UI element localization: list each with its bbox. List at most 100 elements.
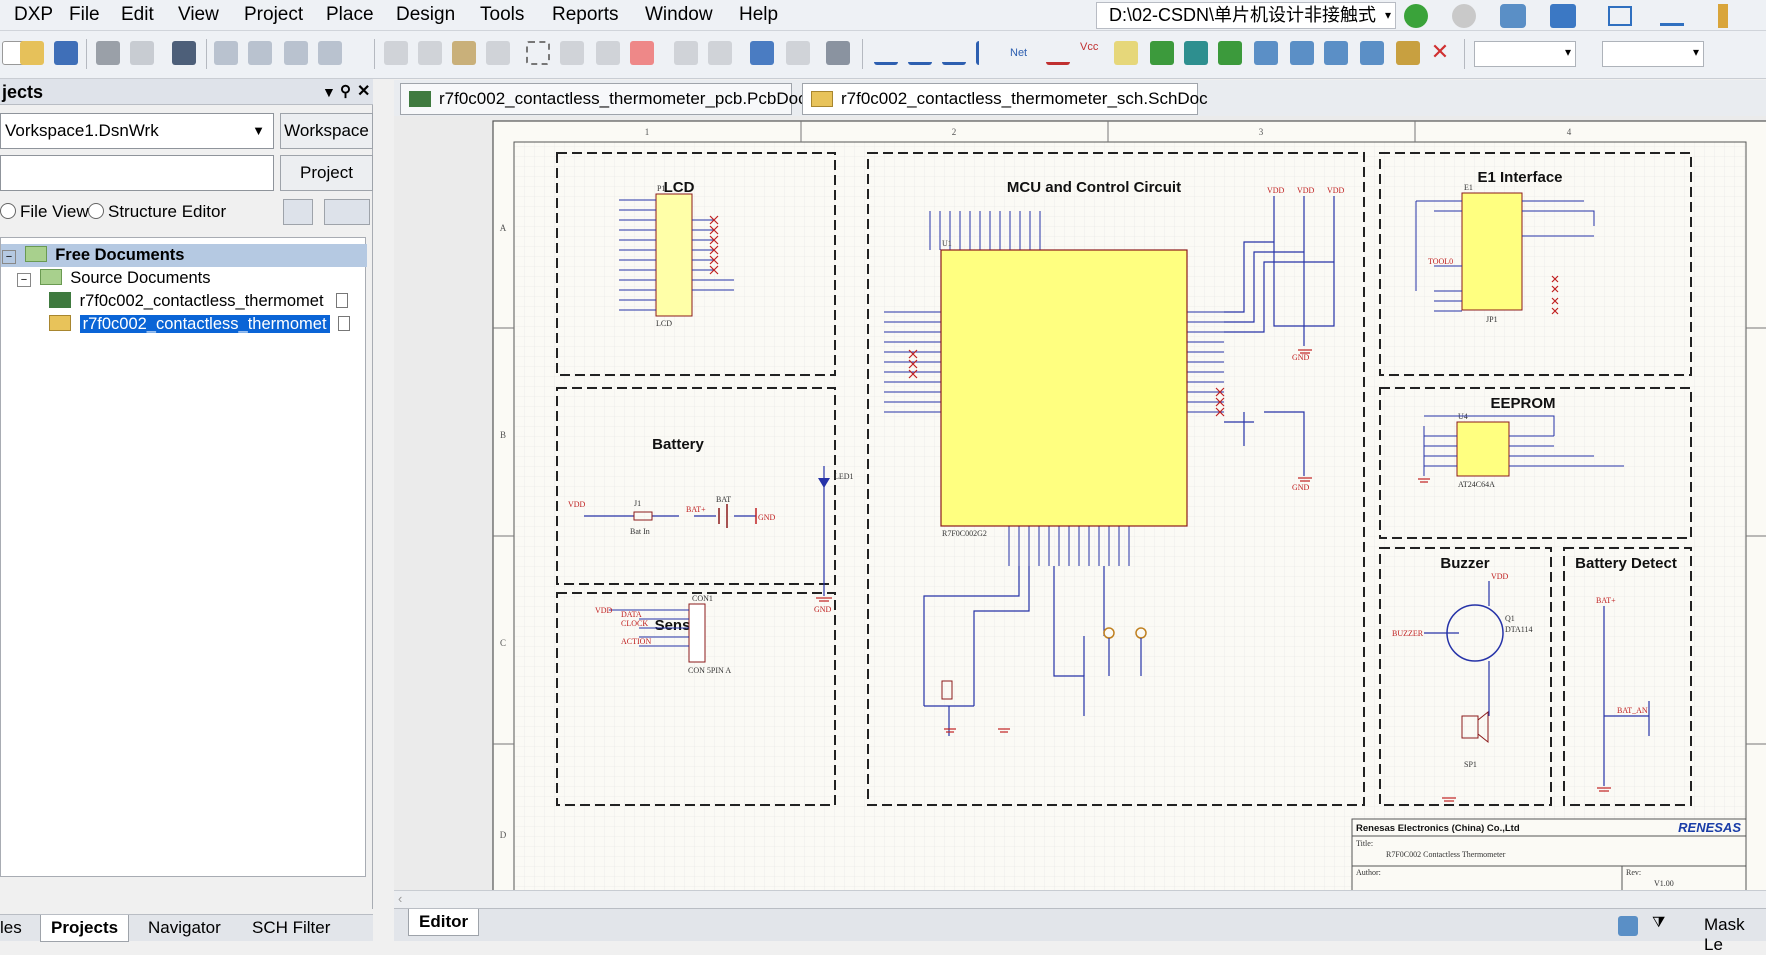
place-device-sheet-icon[interactable]: [1218, 41, 1242, 65]
move-icon[interactable]: [560, 41, 584, 65]
copy-icon[interactable]: [418, 41, 442, 65]
tab-files[interactable]: les: [0, 917, 22, 939]
place-bus-entry-icon[interactable]: [976, 41, 1000, 65]
cut-icon[interactable]: [384, 41, 408, 65]
project-button[interactable]: Project: [280, 155, 373, 191]
horizontal-scrollbar[interactable]: ‹: [394, 890, 1766, 908]
status-bar: Editor ⧩ Mask Le: [394, 908, 1766, 954]
menu-edit[interactable]: Edit: [121, 4, 154, 26]
gnd-port-icon[interactable]: [1046, 41, 1070, 65]
menu-help[interactable]: Help: [739, 4, 778, 26]
filter-combo-2[interactable]: ▾: [1602, 41, 1704, 67]
project-options-icon[interactable]: [283, 199, 313, 225]
bat-switch: Bat In: [630, 527, 650, 536]
radio-structure-editor[interactable]: Structure Editor: [88, 201, 226, 223]
print-icon[interactable]: [96, 41, 120, 65]
place-net-label-icon[interactable]: Net: [1010, 41, 1034, 65]
menu-reports[interactable]: Reports: [552, 4, 619, 26]
undo-icon[interactable]: [674, 41, 698, 65]
place-part-icon[interactable]: [1114, 41, 1138, 65]
tab-pcb-doc[interactable]: r7f0c002_contactless_thermometer_pcb.Pcb…: [400, 83, 807, 115]
e1-ref: E1: [1464, 183, 1473, 192]
tab-navigator[interactable]: Navigator: [148, 917, 221, 939]
pin-icon[interactable]: ⚲: [340, 79, 351, 105]
place-harness-icon[interactable]: [1254, 41, 1278, 65]
tree-root[interactable]: − Free Documents: [1, 244, 367, 267]
chevron-down-icon: ▾: [1384, 8, 1391, 22]
home-icon[interactable]: [1500, 4, 1526, 28]
document-menu-icon[interactable]: [324, 199, 370, 225]
workspace-button[interactable]: Workspace: [280, 113, 373, 149]
align-tools-icon[interactable]: [1608, 6, 1632, 26]
tab-editor[interactable]: Editor: [408, 909, 480, 936]
deselect-icon[interactable]: [630, 41, 654, 65]
place-sheet-symbol-icon[interactable]: [1150, 41, 1174, 65]
place-bus-icon[interactable]: [908, 41, 932, 65]
menu-view[interactable]: View: [178, 4, 219, 26]
place-harness-entry-icon[interactable]: [1324, 41, 1348, 65]
back-nav-icon[interactable]: [1404, 4, 1428, 28]
zoom-filter-icon[interactable]: [318, 41, 342, 65]
menu-place[interactable]: Place: [326, 4, 374, 26]
menu-design[interactable]: Design: [396, 4, 455, 26]
place-sheet-entry-icon[interactable]: [1184, 41, 1208, 65]
lcd-ref: P1: [657, 184, 665, 193]
radio-dot: [88, 203, 104, 219]
paste-icon[interactable]: [452, 41, 476, 65]
select-area-icon[interactable]: [526, 41, 550, 65]
menu-dxp[interactable]: DXP: [14, 4, 53, 26]
browse-icon[interactable]: [786, 41, 810, 65]
cross-probe-icon[interactable]: [750, 41, 774, 65]
document-icon: [338, 316, 351, 331]
panel-title: jects: [2, 82, 44, 102]
grid-tools-icon[interactable]: [1718, 4, 1728, 28]
forward-nav-icon[interactable]: [1452, 4, 1476, 28]
place-signal-harness-icon[interactable]: [942, 41, 966, 65]
power-tools-icon[interactable]: [1660, 6, 1684, 26]
place-off-sheet-icon[interactable]: [1396, 41, 1420, 65]
menu-window[interactable]: Window: [645, 4, 713, 26]
filter-combo-1[interactable]: ▾: [1474, 41, 1576, 67]
document-tabs: r7f0c002_contactless_thermometer_pcb.Pcb…: [394, 80, 1766, 116]
tree-doc-pcb[interactable]: r7f0c002_contactless_thermomet: [49, 290, 349, 313]
redo-icon[interactable]: [708, 41, 732, 65]
zoom-area-icon[interactable]: [248, 41, 272, 65]
clear-mask-icon[interactable]: [1618, 916, 1638, 936]
menu-project[interactable]: Project: [244, 4, 303, 26]
zoom-fit-icon[interactable]: [214, 41, 238, 65]
menu-file[interactable]: File: [69, 4, 100, 26]
panel-menu-icon[interactable]: ▼: [322, 79, 336, 105]
path-combo[interactable]: D:\02-CSDN\单片机设计非接触式 ▾: [1096, 2, 1396, 29]
collapse-icon[interactable]: −: [2, 250, 16, 264]
no-erc-icon[interactable]: ✕: [1428, 41, 1452, 65]
compile-icon[interactable]: [826, 41, 850, 65]
vcc-port-icon[interactable]: Vcc: [1080, 41, 1104, 65]
filter-icon[interactable]: ⧩: [1652, 914, 1665, 931]
place-harness-connector-icon[interactable]: [1290, 41, 1314, 65]
print-preview-icon[interactable]: [130, 41, 154, 65]
rubber-stamp-icon[interactable]: [486, 41, 510, 65]
place-port-icon[interactable]: [1360, 41, 1384, 65]
menu-tools[interactable]: Tools: [480, 4, 524, 26]
workspace-select[interactable]: Vorkspace1.DsnWrk ▼: [0, 113, 274, 149]
radio-file-view[interactable]: File View: [0, 201, 89, 223]
tab-projects[interactable]: Projects: [40, 915, 130, 942]
project-field[interactable]: [0, 155, 274, 191]
close-icon[interactable]: ✕: [357, 79, 370, 105]
projects-panel: jects ▼ ⚲ ✕ Vorkspace1.DsnWrk ▼ Workspac…: [0, 79, 373, 909]
scroll-left-icon[interactable]: ‹: [398, 891, 402, 906]
schematic-canvas[interactable]: 1 2 3 4 A B C D LCD MCU and Control Circ…: [394, 116, 1766, 890]
collapse-icon[interactable]: −: [17, 273, 31, 287]
zoom-selected-icon[interactable]: [284, 41, 308, 65]
open-folder-icon[interactable]: [20, 41, 44, 65]
select-all-icon[interactable]: [596, 41, 620, 65]
tab-sch-doc[interactable]: r7f0c002_contactless_thermometer_sch.Sch…: [802, 83, 1208, 115]
wiring-tools-icon[interactable]: [1550, 4, 1576, 28]
save-icon[interactable]: [54, 41, 78, 65]
tree-folder[interactable]: − Source Documents: [17, 267, 211, 290]
place-wire-icon[interactable]: [874, 41, 898, 65]
mask-level-label[interactable]: Mask Le: [1704, 915, 1766, 955]
layers-icon[interactable]: [172, 41, 196, 65]
tab-sch-filter[interactable]: SCH Filter: [252, 917, 330, 939]
tree-doc-sch[interactable]: r7f0c002_contactless_thermomet: [49, 313, 351, 336]
